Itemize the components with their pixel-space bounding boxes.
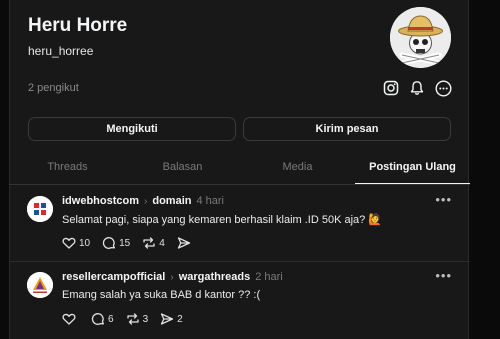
profile-icon-row	[381, 78, 453, 98]
post-author[interactable]: idwebhostcom	[62, 195, 139, 207]
share-count: 2	[177, 313, 183, 325]
tab-threads[interactable]: Threads	[10, 151, 125, 184]
post-author[interactable]: resellercampofficial	[62, 271, 165, 283]
tab-reposts[interactable]: Postingan Ulang	[355, 151, 470, 184]
heart-icon	[62, 237, 76, 249]
post-author-avatar[interactable]	[27, 272, 53, 298]
repost-button[interactable]: 4	[142, 236, 165, 250]
reply-button[interactable]: 15	[102, 236, 130, 250]
reply-count: 6	[108, 313, 114, 325]
post-time: 2 hari	[255, 271, 283, 283]
post-item[interactable]: resellercampofficial › wargathreads 2 ha…	[10, 262, 470, 339]
send-icon	[177, 237, 190, 249]
post-text: Selamat pagi, siapa yang kemaren berhasi…	[62, 214, 383, 226]
chevron-right-icon: ›	[144, 195, 148, 207]
bell-icon[interactable]	[407, 78, 427, 98]
profile-handle: heru_horree	[28, 44, 94, 58]
post-more-icon[interactable]: •••	[435, 192, 452, 207]
following-button[interactable]: Mengikuti	[28, 117, 236, 141]
like-button[interactable]: 10	[62, 236, 90, 250]
post-author-avatar[interactable]	[27, 196, 53, 222]
post-community[interactable]: domain	[152, 195, 191, 207]
post-actions: 10 15 4	[62, 236, 194, 250]
repost-button[interactable]: 3	[126, 312, 149, 326]
send-icon	[160, 313, 174, 325]
chevron-right-icon: ›	[170, 271, 174, 283]
post-header: resellercampofficial › wargathreads 2 ha…	[62, 271, 283, 283]
post-actions: 6 3 2	[62, 312, 183, 326]
post-time: 4 hari	[196, 195, 225, 207]
post-community[interactable]: wargathreads	[179, 271, 251, 283]
repost-count: 3	[142, 313, 149, 325]
share-button[interactable]	[177, 236, 194, 250]
tab-replies[interactable]: Balasan	[125, 151, 240, 184]
repost-icon	[143, 237, 155, 249]
profile-panel: Heru Horre heru_horree 2 pengikut Mengik…	[9, 0, 470, 339]
more-icon[interactable]	[433, 78, 453, 98]
post-item[interactable]: idwebhostcom › domain 4 hari ••• Selamat…	[10, 186, 470, 262]
profile-name: Heru Horre	[28, 15, 128, 36]
share-button[interactable]: 2	[160, 312, 183, 326]
heart-icon	[62, 313, 76, 325]
repost-count: 4	[159, 237, 165, 249]
instagram-icon[interactable]	[381, 78, 401, 98]
reply-button[interactable]: 6	[91, 312, 114, 326]
like-count: 10	[79, 237, 91, 249]
comment-icon	[102, 237, 116, 249]
post-header: idwebhostcom › domain 4 hari	[62, 195, 224, 207]
post-more-icon[interactable]: •••	[435, 268, 452, 283]
reply-count: 15	[119, 237, 131, 249]
profile-tabs: Threads Balasan Media Postingan Ulang	[10, 151, 470, 185]
repost-icon	[126, 313, 139, 325]
followers-count[interactable]: 2 pengikut	[28, 82, 79, 94]
post-text: Emang salah ya suka BAB d kantor ?? :(	[62, 289, 261, 301]
tab-media[interactable]: Media	[240, 151, 355, 184]
send-message-button[interactable]: Kirim pesan	[243, 117, 451, 141]
like-button[interactable]	[62, 312, 79, 326]
comment-icon	[91, 313, 104, 325]
profile-avatar[interactable]	[390, 7, 451, 68]
